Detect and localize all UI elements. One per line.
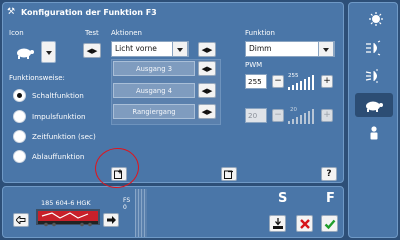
help-icon: ? xyxy=(326,169,332,179)
item-toggle-button[interactable]: ◀▶ xyxy=(198,83,216,98)
download-icon xyxy=(272,217,283,229)
light-icon xyxy=(369,12,383,26)
radio-label: Ablauffunktion xyxy=(32,152,85,161)
radio-label: Schaltfunktion xyxy=(32,91,84,100)
sidebar-item-light[interactable] xyxy=(355,7,393,31)
radio-zeitfunktion[interactable]: Zeitfunktion (sec) xyxy=(13,130,96,143)
s-label: S xyxy=(278,191,288,206)
list-item[interactable]: Rangiergang xyxy=(113,104,195,119)
chevron-down-icon[interactable] xyxy=(318,41,334,57)
radio-label: Impulsfunktion xyxy=(32,112,86,121)
item-toggle-button[interactable]: ◀▶ xyxy=(198,61,216,76)
headlight-right-icon xyxy=(365,69,378,83)
radio-button[interactable] xyxy=(13,89,26,102)
sidebar-item-turtle[interactable] xyxy=(355,93,393,117)
pwm-ramp-slider[interactable] xyxy=(287,73,317,91)
icon-label: Icon xyxy=(9,29,24,37)
speed-step-indicator: FS 0 xyxy=(123,197,130,211)
function-icon-preview xyxy=(10,41,40,63)
cancel-button[interactable] xyxy=(296,215,313,232)
fs-label: FS xyxy=(123,197,131,204)
second-ramp-slider[interactable] xyxy=(287,107,317,125)
radio-impulsfunktion[interactable]: Impulsfunktion xyxy=(13,110,86,123)
mode-label: Funktionsweise: xyxy=(9,74,65,82)
test-toggle-button[interactable]: ◀▶ xyxy=(83,43,101,58)
list-item[interactable]: Ausgang 4 xyxy=(113,83,195,98)
action-select-value: Licht vorne xyxy=(115,44,157,53)
sidebar-item-headlight-left[interactable] xyxy=(355,36,393,60)
app-frame: ⚒ Konfiguration der Funktion F3 Icon Tes… xyxy=(0,0,400,240)
sidebar-item-person[interactable] xyxy=(355,121,393,145)
radio-button[interactable] xyxy=(13,150,26,163)
chevron-down-icon[interactable] xyxy=(172,41,188,57)
person-icon xyxy=(370,126,378,140)
radio-button[interactable] xyxy=(13,130,26,143)
radio-ablauffunktion[interactable]: Ablauffunktion xyxy=(13,150,84,163)
headlight-left-icon xyxy=(366,40,381,56)
radio-button[interactable] xyxy=(13,110,26,123)
action-select[interactable]: Licht vorne xyxy=(111,41,189,57)
sidebar xyxy=(348,2,398,238)
list-item[interactable]: Ausgang 3 xyxy=(113,61,195,76)
save-to-decoder-button[interactable] xyxy=(269,215,286,232)
dialog-title: Konfiguration der Funktion F3 xyxy=(21,7,157,17)
speed-bar[interactable] xyxy=(135,189,147,237)
icon-dropdown-button[interactable] xyxy=(41,41,56,63)
function-select-value: Dimm xyxy=(249,44,272,53)
fs-value: 0 xyxy=(123,204,127,211)
pwm-increment-button[interactable]: + xyxy=(321,75,333,88)
f-label: F xyxy=(326,191,335,206)
previous-loco-button[interactable] xyxy=(13,213,29,227)
sidebar-item-headlight-right[interactable] xyxy=(355,64,393,88)
loco-name: 185 604-6 HGK xyxy=(41,199,91,207)
next-loco-button[interactable] xyxy=(103,213,119,227)
radio-schaltfunktion[interactable]: Schaltfunktion xyxy=(13,89,84,102)
arrow-right-icon xyxy=(107,216,116,224)
test-label: Test xyxy=(85,29,99,37)
second-decrement-button[interactable]: − xyxy=(272,109,284,122)
wrench-icon: ⚒ xyxy=(7,7,16,17)
arrow-left-icon xyxy=(16,216,26,224)
action-toggle-button[interactable]: ◀▶ xyxy=(198,42,216,57)
turtle-icon xyxy=(17,48,34,59)
pwm-decrement-button[interactable]: − xyxy=(272,75,284,88)
second-input[interactable]: 20 xyxy=(245,108,267,123)
second-increment-button[interactable]: + xyxy=(321,109,333,122)
checkmark-icon xyxy=(324,219,335,229)
locomotive-image xyxy=(36,209,100,227)
item-toggle-button[interactable]: ◀▶ xyxy=(198,104,216,119)
remove-action-button[interactable] xyxy=(221,167,237,181)
turtle-icon xyxy=(366,101,383,112)
pwm-input[interactable]: 255 xyxy=(245,74,267,89)
dialog-title-bar: ⚒ Konfiguration der Funktion F3 xyxy=(7,5,157,19)
confirm-button[interactable] xyxy=(321,215,338,232)
close-icon xyxy=(299,218,310,229)
pwm-label: PWM xyxy=(245,61,263,69)
radio-label: Zeitfunktion (sec) xyxy=(32,132,96,141)
actions-label: Aktionen xyxy=(111,29,142,37)
function-label: Funktion xyxy=(245,29,275,37)
function-select[interactable]: Dimm xyxy=(245,41,335,57)
help-button[interactable]: ? xyxy=(321,167,337,181)
loco-control-panel: 185 604-6 HGK FS 0 S F xyxy=(2,186,344,238)
remove-icon xyxy=(224,170,233,179)
function-config-dialog: ⚒ Konfiguration der Funktion F3 Icon Tes… xyxy=(2,2,344,183)
